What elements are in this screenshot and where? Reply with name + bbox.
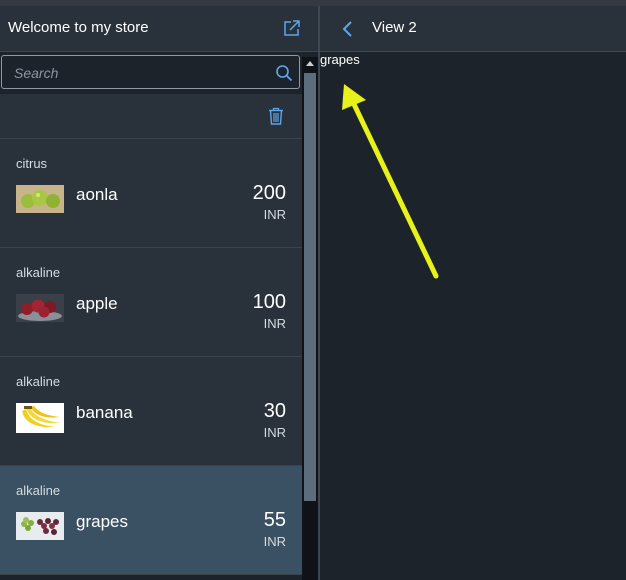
apple-thumbnail — [16, 294, 64, 322]
list-item[interactable]: alkaline apple 100 INR — [0, 248, 302, 357]
item-currency: INR — [263, 534, 286, 549]
list-item[interactable]: citrus aonla 200 INR — [0, 139, 302, 248]
master-pane: Welcome to my store citrus — [0, 6, 318, 580]
item-currency: INR — [263, 316, 286, 331]
grapes-thumbnail — [16, 512, 64, 540]
search-input[interactable] — [14, 64, 264, 82]
banana-thumbnail — [16, 403, 64, 433]
item-price: 100 — [252, 291, 286, 313]
aonla-thumbnail — [16, 185, 64, 213]
item-category: alkaline — [16, 265, 61, 280]
item-currency: INR — [263, 425, 286, 440]
item-price: 200 — [252, 182, 286, 204]
scroll-up-arrow-icon[interactable] — [306, 61, 314, 66]
item-price: 30 — [263, 400, 286, 422]
item-category: citrus — [16, 156, 48, 171]
search-icon[interactable] — [275, 64, 293, 82]
list-item[interactable]: alkaline banana 30 INR — [0, 357, 302, 466]
item-name: apple — [76, 294, 118, 313]
chevron-left-icon[interactable] — [340, 19, 356, 39]
list-item[interactable]: alkaline grapes 55 INR — [0, 466, 302, 575]
list-toolbar — [0, 94, 302, 139]
search-field[interactable] — [1, 55, 300, 89]
scrollbar-thumb[interactable] — [304, 73, 316, 501]
detail-title: View 2 — [372, 19, 417, 36]
item-price: 55 — [263, 509, 286, 531]
item-currency: INR — [263, 207, 286, 222]
master-title: Welcome to my store — [8, 19, 149, 36]
list-scrollbar[interactable] — [302, 57, 318, 580]
item-name: grapes — [76, 512, 128, 531]
detail-pane: View 2 grapes — [320, 6, 626, 580]
share-icon[interactable] — [282, 18, 302, 38]
arrow-icon — [342, 84, 439, 279]
product-list: citrus aonla 200 INR alkaline apple 100 … — [0, 139, 302, 575]
item-name: banana — [76, 403, 133, 422]
master-header: Welcome to my store — [0, 6, 318, 52]
detail-header: View 2 — [320, 6, 626, 52]
item-category: alkaline — [16, 483, 61, 498]
detail-content-text: grapes — [320, 52, 360, 67]
trash-icon[interactable] — [267, 107, 285, 125]
item-name: aonla — [76, 185, 118, 204]
item-category: alkaline — [16, 374, 61, 389]
